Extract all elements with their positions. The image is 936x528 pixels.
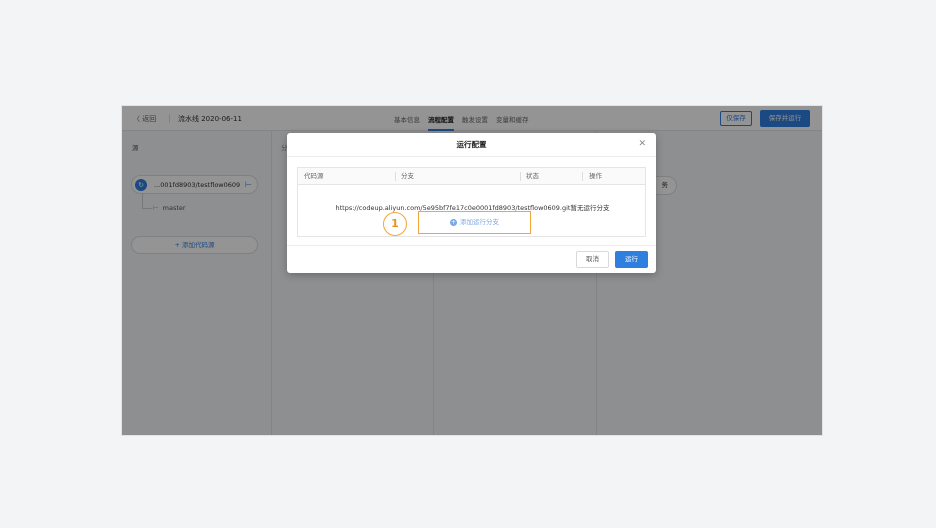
run-button[interactable]: 运行 xyxy=(615,251,648,268)
table-header: 代码源 分支 状态 操作 xyxy=(298,168,645,185)
add-run-branch-label: 添加运行分支 xyxy=(460,218,499,226)
branch-table: 代码源 分支 状态 操作 https://codeup.aliyun.com/5… xyxy=(297,167,646,237)
column-header-branch: 分支 xyxy=(401,172,414,180)
add-run-branch-button[interactable]: + 添加运行分支 xyxy=(418,211,531,234)
header-divider xyxy=(520,172,521,181)
column-header-status: 状态 xyxy=(526,172,539,180)
close-icon[interactable]: ✕ xyxy=(638,139,646,149)
run-config-modal: 运行配置 ✕ 代码源 分支 状态 操作 https://codeup.aliyu… xyxy=(287,133,656,273)
step-marker: 1 xyxy=(383,212,407,236)
modal-title: 运行配置 xyxy=(287,133,656,157)
column-header-source: 代码源 xyxy=(304,172,324,180)
modal-footer-divider xyxy=(287,245,656,246)
header-divider xyxy=(395,172,396,181)
header-divider xyxy=(582,172,583,181)
plus-circle-icon: + xyxy=(450,218,457,226)
column-header-action: 操作 xyxy=(589,172,602,180)
cancel-button[interactable]: 取消 xyxy=(576,251,609,268)
